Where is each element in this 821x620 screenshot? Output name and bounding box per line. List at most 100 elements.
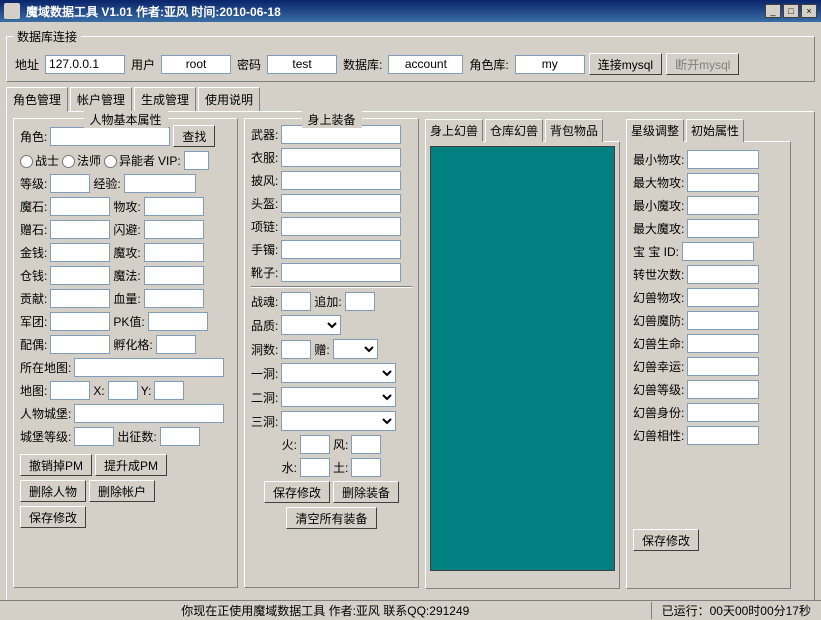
equip-clear-button[interactable]: 清空所有装备 — [286, 507, 376, 529]
brace-input[interactable] — [281, 240, 401, 259]
army-input[interactable] — [50, 312, 110, 331]
y-input[interactable] — [154, 381, 184, 400]
store-input[interactable] — [50, 266, 110, 285]
close-button[interactable]: × — [801, 4, 817, 18]
adj-tab-star[interactable]: 星级调整 — [626, 119, 684, 142]
pmd-input[interactable] — [687, 311, 759, 330]
gong-input[interactable] — [50, 289, 110, 308]
pet-tab-body[interactable]: 身上幻兽 — [425, 119, 483, 142]
cls2[interactable]: 法师 — [62, 152, 101, 169]
spouse-input[interactable] — [50, 335, 110, 354]
helm-input[interactable] — [281, 194, 401, 213]
maxpa-input[interactable] — [687, 173, 759, 192]
neck-input[interactable] — [281, 217, 401, 236]
pet-tab-bag[interactable]: 背包物品 — [545, 119, 603, 142]
map-input[interactable] — [50, 381, 90, 400]
hole-input[interactable] — [281, 340, 311, 359]
find-button[interactable]: 查找 — [173, 125, 215, 147]
atk-input[interactable] — [144, 197, 204, 216]
tab-gen[interactable]: 生成管理 — [134, 87, 196, 112]
php-label: 幻兽生命: — [633, 335, 684, 352]
adj-tab-init[interactable]: 初始属性 — [686, 119, 744, 142]
soul-input[interactable] — [281, 292, 311, 311]
egg-input[interactable] — [156, 335, 196, 354]
maxma-input[interactable] — [687, 219, 759, 238]
cls1-radio[interactable] — [20, 155, 33, 168]
connect-button[interactable]: 连接mysql — [589, 53, 662, 75]
tab-account[interactable]: 帐户管理 — [70, 87, 132, 112]
add-input[interactable] — [345, 292, 375, 311]
roledb-input[interactable] — [515, 55, 585, 74]
minma-input[interactable] — [687, 196, 759, 215]
pass-input[interactable] — [267, 55, 337, 74]
pid-input[interactable] — [687, 403, 759, 422]
minpa-input[interactable] — [687, 150, 759, 169]
dodge-input[interactable] — [144, 220, 204, 239]
plv-input[interactable] — [687, 380, 759, 399]
pphase-input[interactable] — [687, 426, 759, 445]
lvl-input[interactable] — [50, 174, 90, 193]
cls1[interactable]: 战士 — [20, 152, 59, 169]
user-input[interactable] — [161, 55, 231, 74]
h3-select[interactable] — [281, 411, 396, 431]
rebirth-input[interactable] — [687, 265, 759, 284]
wind-input[interactable] — [351, 435, 381, 454]
boot-input[interactable] — [281, 263, 401, 282]
cls3[interactable]: 异能者 — [104, 152, 155, 169]
equip-group-title: 身上装备 — [301, 111, 361, 128]
qual-select[interactable] — [281, 315, 341, 335]
pk-input[interactable] — [148, 312, 208, 331]
char-save-button[interactable]: 保存修改 — [20, 506, 86, 528]
pet-tab-store[interactable]: 仓库幻兽 — [485, 119, 543, 142]
pet-save-button[interactable]: 保存修改 — [633, 529, 699, 551]
matk-input[interactable] — [144, 243, 204, 262]
promote-pm-button[interactable]: 提升成PM — [95, 454, 167, 476]
h2-select[interactable] — [281, 387, 396, 407]
h1-select[interactable] — [281, 363, 396, 383]
fire-input[interactable] — [300, 435, 330, 454]
water-input[interactable] — [300, 458, 330, 477]
revoke-pm-button[interactable]: 撤销掉PM — [20, 454, 92, 476]
magic-input[interactable] — [144, 266, 204, 285]
addr-label: 地址 — [15, 56, 39, 73]
db-input[interactable] — [388, 55, 463, 74]
minimize-button[interactable]: _ — [765, 4, 781, 18]
bbid-input[interactable] — [682, 242, 754, 261]
egg-label: 孵化格: — [113, 336, 152, 353]
cls2-radio[interactable] — [62, 155, 75, 168]
out-input[interactable] — [160, 427, 200, 446]
mo-input[interactable] — [50, 197, 110, 216]
del-acc-button[interactable]: 删除帐户 — [89, 480, 155, 502]
role-input[interactable] — [50, 127, 170, 146]
x-input[interactable] — [108, 381, 138, 400]
helm-label: 头盔: — [251, 195, 278, 212]
x-label: X: — [93, 384, 104, 398]
del-char-button[interactable]: 删除人物 — [20, 480, 86, 502]
castle-input[interactable] — [74, 404, 224, 423]
status-bar: 你现在正使用魔域数据工具 作者:亚风 联系QQ:291249 已运行：00天00… — [0, 600, 821, 620]
hp-input[interactable] — [144, 289, 204, 308]
equip-save-button[interactable]: 保存修改 — [264, 481, 330, 503]
cls3-radio[interactable] — [104, 155, 117, 168]
php-input[interactable] — [687, 334, 759, 353]
gold-input[interactable] — [50, 243, 110, 262]
equip-del-button[interactable]: 删除装备 — [333, 481, 399, 503]
castlelv-input[interactable] — [74, 427, 114, 446]
cloth-input[interactable] — [281, 148, 401, 167]
shi-input[interactable] — [50, 220, 110, 239]
exp-input[interactable] — [124, 174, 196, 193]
gift-select[interactable] — [333, 339, 378, 359]
pet-list[interactable] — [430, 146, 615, 571]
cape-input[interactable] — [281, 171, 401, 190]
maximize-button[interactable]: □ — [783, 4, 799, 18]
mapat-input[interactable] — [74, 358, 224, 377]
earth-input[interactable] — [351, 458, 381, 477]
addr-input[interactable] — [45, 55, 125, 74]
disconnect-button[interactable]: 断开mysql — [666, 53, 739, 75]
water-label: 水: — [282, 459, 297, 476]
tab-role[interactable]: 角色管理 — [6, 87, 68, 112]
pluck-input[interactable] — [687, 357, 759, 376]
tab-help[interactable]: 使用说明 — [198, 87, 260, 112]
vip-input[interactable] — [184, 151, 209, 170]
ppa-input[interactable] — [687, 288, 759, 307]
